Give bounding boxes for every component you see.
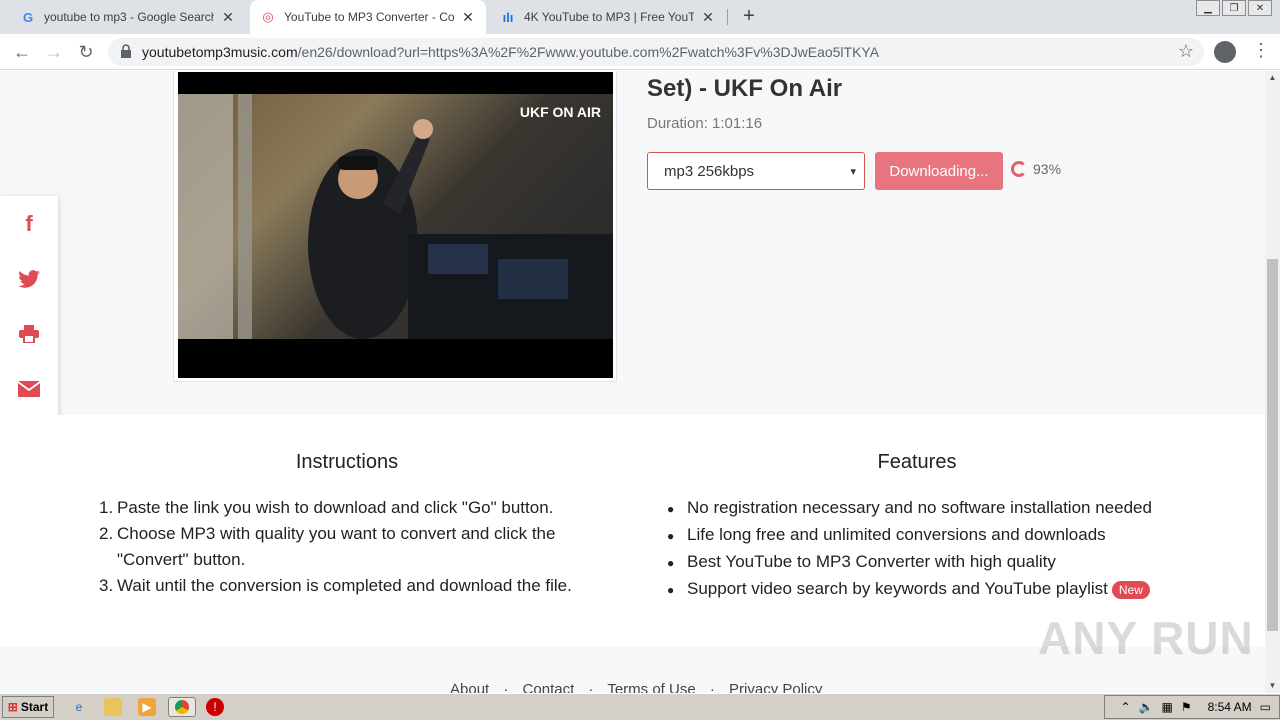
loading-spinner-icon — [1011, 161, 1027, 177]
page-viewport: UKF ON AIR Set) - UKF On Air Duration: 1… — [0, 71, 1265, 693]
start-button[interactable]: ⊞ Start — [2, 696, 54, 718]
quality-select[interactable]: mp3 256kbps ▾ — [647, 152, 865, 190]
chrome-taskbar-button[interactable] — [168, 697, 196, 717]
chevron-down-icon: ▾ — [850, 165, 856, 178]
footer-link-about[interactable]: About — [450, 681, 489, 693]
taskbar: ⊞ Start e ▶ ! ⌃ 🔈 ▦ ⚑ 8:54 AM ▭ — [0, 693, 1280, 720]
bookmark-star-icon[interactable]: ☆ — [1178, 41, 1194, 62]
instructions-title: Instructions — [295, 451, 399, 473]
feature-item: Support video search by keywords and You… — [687, 579, 1108, 598]
window-controls: ▁ ❐ ✕ — [1196, 0, 1272, 16]
chrome-icon — [175, 700, 189, 714]
converter-icon: ◎ — [262, 9, 274, 24]
network-icon[interactable]: ▦ — [1162, 700, 1173, 714]
media-player-icon[interactable]: ▶ — [138, 698, 156, 716]
video-title: Set) - UKF On Air — [647, 75, 843, 102]
close-tab-icon[interactable]: ✕ — [220, 9, 236, 26]
opera-icon[interactable]: ! — [206, 698, 224, 716]
close-window-icon[interactable]: ✕ — [1248, 0, 1272, 16]
close-tab-icon[interactable]: ✕ — [460, 9, 476, 26]
twitter-icon[interactable] — [0, 251, 58, 306]
footer-separator: · — [709, 681, 715, 693]
list-item: 1. Paste the link you wish to download an… — [99, 495, 599, 521]
url-host: youtubetomp3music.com — [142, 44, 298, 60]
print-icon[interactable] — [0, 306, 58, 361]
close-tab-icon[interactable]: ✕ — [700, 9, 716, 26]
tab-divider — [727, 9, 728, 25]
reload-icon[interactable]: ↻ — [74, 40, 98, 64]
instructions-list: 1. Paste the link you wish to download an… — [99, 495, 599, 599]
features-list: ● No registration necessary and no softwa… — [667, 495, 1207, 603]
toolbar: ← → ↻ youtubetomp3music.com/en26/downloa… — [0, 34, 1280, 70]
tab-title: 4K YouTube to MP3 | Free YouTube t — [524, 10, 694, 24]
footer-link-contact[interactable]: Contact — [523, 681, 575, 693]
flag-icon[interactable]: ⚑ — [1181, 700, 1192, 714]
new-badge: New — [1111, 581, 1150, 599]
ie-icon[interactable]: e — [70, 698, 88, 716]
footer-link-terms[interactable]: Terms of Use — [607, 681, 695, 693]
back-icon[interactable]: ← — [10, 40, 34, 64]
list-item: 3. Wait until the conversion is completed… — [99, 573, 599, 599]
video-thumbnail-frame: UKF ON AIR — [173, 71, 617, 382]
page-scrollbar[interactable]: ▲ ▼ — [1265, 71, 1280, 693]
forward-icon[interactable]: → — [42, 40, 66, 64]
thumbnail-image: UKF ON AIR — [178, 94, 613, 339]
restore-icon[interactable]: ❐ — [1222, 0, 1246, 16]
new-tab-button[interactable]: + — [737, 4, 761, 28]
lock-icon — [121, 44, 131, 58]
video-thumbnail: UKF ON AIR — [178, 72, 613, 378]
system-tray: ⌃ 🔈 ▦ ⚑ 8:54 AM ▭ — [1104, 695, 1280, 719]
footer-links: About · Contact · Terms of Use · Privacy… — [450, 681, 832, 693]
url-path: /en26/download?url=https%3A%2F%2Fwww.you… — [297, 44, 880, 60]
start-label: Start — [20, 700, 49, 714]
thumbnail-scene — [178, 94, 613, 339]
anyrun-watermark: ANY RUN — [1038, 612, 1254, 664]
windows-logo-icon: ⊞ — [7, 700, 18, 714]
tab-converter[interactable]: ◎ YouTube to MP3 Converter - Conver ✕ — [250, 0, 486, 34]
feature-item: Life long free and unlimited conversions… — [687, 525, 1106, 544]
tab-4k-youtube[interactable]: ılı 4K YouTube to MP3 | Free YouTube t ✕ — [490, 0, 726, 34]
feature-item: No registration necessary and no softwar… — [687, 498, 1152, 517]
url-text: youtubetomp3music.com/en26/download?url=… — [142, 44, 879, 60]
desktop-icon[interactable]: ▭ — [1260, 700, 1271, 714]
menu-icon[interactable]: ⋮ — [1252, 40, 1270, 61]
tab-title: YouTube to MP3 Converter - Conver — [284, 10, 454, 24]
list-item: ● No registration necessary and no softwa… — [667, 495, 1207, 522]
tab-strip: G youtube to mp3 - Google Search ✕ ◎ You… — [0, 0, 1280, 34]
list-item: ● Support video search by keywords and Yo… — [667, 576, 1207, 603]
minimize-icon[interactable]: ▁ — [1196, 0, 1220, 16]
instruction-step: Choose MP3 with quality you want to conv… — [117, 524, 556, 569]
account-icon[interactable] — [1214, 41, 1236, 63]
scrollbar-thumb[interactable] — [1267, 259, 1278, 631]
quality-select-value: mp3 256kbps — [664, 162, 755, 180]
chart-icon: ılı — [502, 9, 514, 25]
feature-item: Best YouTube to MP3 Converter with high … — [687, 552, 1056, 571]
footer-link-privacy[interactable]: Privacy Policy — [729, 681, 822, 693]
video-panel: UKF ON AIR Set) - UKF On Air Duration: 1… — [0, 71, 1265, 415]
address-bar[interactable]: youtubetomp3music.com/en26/download?url=… — [108, 38, 1204, 66]
footer-separator: · — [588, 681, 594, 693]
footer-separator: · — [503, 681, 509, 693]
download-progress: 93% — [1033, 161, 1062, 177]
instruction-step: Paste the link you wish to download and … — [117, 498, 554, 517]
clock[interactable]: 8:54 AM — [1208, 700, 1252, 714]
google-icon: G — [22, 9, 34, 25]
tab-title: youtube to mp3 - Google Search — [44, 10, 214, 24]
email-icon[interactable] — [0, 361, 58, 416]
tray-arrow-icon[interactable]: ⌃ — [1121, 700, 1131, 714]
explorer-folder-icon[interactable] — [104, 698, 122, 716]
list-item: ● Best YouTube to MP3 Converter with high… — [667, 549, 1207, 576]
list-item: ● Life long free and unlimited conversion… — [667, 522, 1207, 549]
tab-google-search[interactable]: G youtube to mp3 - Google Search ✕ — [10, 0, 246, 34]
features-title: Features — [877, 451, 957, 473]
instruction-step: Wait until the conversion is completed a… — [117, 576, 572, 595]
list-item: 2. Choose MP3 with quality you want to co… — [99, 521, 599, 573]
volume-icon[interactable]: 🔈 — [1139, 700, 1154, 714]
scroll-up-icon[interactable]: ▲ — [1265, 71, 1280, 85]
scroll-down-icon[interactable]: ▼ — [1265, 679, 1280, 693]
download-button[interactable]: Downloading... — [875, 152, 1003, 190]
video-duration: Duration: 1:01:16 — [647, 115, 763, 132]
facebook-icon[interactable]: f — [0, 196, 58, 251]
